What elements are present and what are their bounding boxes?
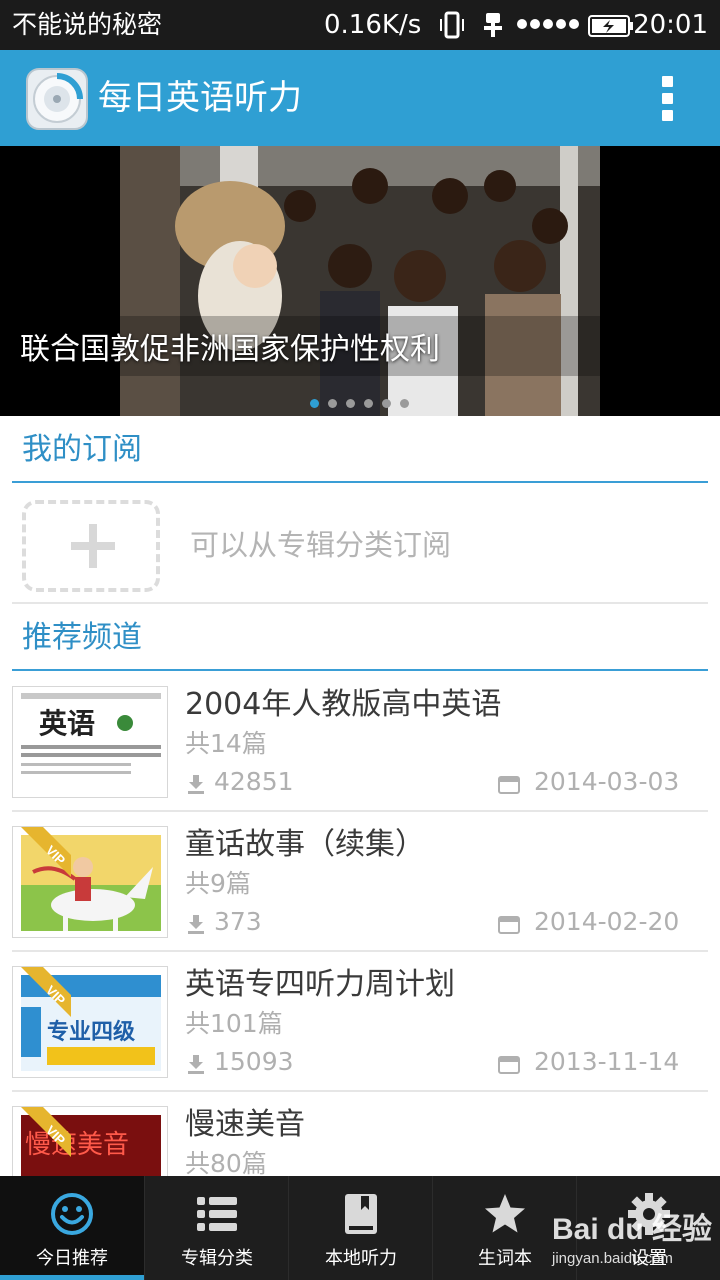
vip-badge: VIP xyxy=(21,967,71,1017)
status-bar: 不能说的秘密 0.16K/s 20:01 xyxy=(0,0,720,50)
add-subscription-button[interactable] xyxy=(22,500,160,592)
download-icon xyxy=(188,775,204,794)
banner-caption: 联合国敦促非洲国家保护性权利 xyxy=(20,332,440,367)
overflow-menu-icon[interactable] xyxy=(656,76,680,122)
watermark-logo: Bai du 经验 xyxy=(552,1213,713,1246)
calendar-icon xyxy=(498,916,520,934)
app-logo-icon[interactable] xyxy=(26,68,88,130)
channel-title: 慢速美音 xyxy=(185,1107,305,1142)
calendar-icon xyxy=(498,1056,520,1074)
vip-badge: VIP xyxy=(21,1107,71,1157)
download-icon xyxy=(188,915,204,934)
baidu-watermark: Bai du 经验 jingyan.baidu.com xyxy=(552,1210,720,1280)
episode-count: 共14篇 xyxy=(185,729,267,758)
pager-dot[interactable] xyxy=(328,399,337,408)
thumb-text: 英语 xyxy=(39,707,95,740)
channel-item[interactable]: VIP 童话故事（续集） 共9篇 373 2014-02-20 xyxy=(0,826,720,966)
app-bar: 每日英语听力 xyxy=(0,50,720,146)
download-count: 373 xyxy=(214,907,262,936)
channel-thumbnail: 英语 xyxy=(12,686,168,798)
download-icon xyxy=(188,1055,204,1074)
channel-item[interactable]: 英语 2004年人教版高中英语 共14篇 42851 2014-03-03 xyxy=(0,686,720,826)
star-icon xyxy=(485,1194,525,1233)
episode-count: 共9篇 xyxy=(185,869,251,898)
list-icon xyxy=(197,1197,237,1231)
channel-item[interactable]: 慢速美音 VIP 慢速美音 共80篇 xyxy=(0,1106,720,1176)
book-icon xyxy=(345,1194,377,1234)
clock: 20:01 xyxy=(633,10,708,40)
channel-title: 2004年人教版高中英语 xyxy=(185,687,502,722)
subscriptions-title: 我的订阅 xyxy=(22,432,142,467)
nav-today-recommend[interactable]: 今日推荐 xyxy=(0,1176,144,1280)
nav-label: 今日推荐 xyxy=(36,1248,108,1269)
battery-charging-icon xyxy=(588,15,633,37)
channel-item[interactable]: 专业四级 VIP 英语专四听力周计划 共101篇 15093 2013-11-1… xyxy=(0,966,720,1106)
nav-label: 本地听力 xyxy=(325,1248,397,1269)
active-indicator xyxy=(0,1275,144,1280)
update-date: 2014-03-03 xyxy=(534,767,680,796)
watermark-url: jingyan.baidu.com xyxy=(552,1250,673,1267)
pager-dot[interactable] xyxy=(364,399,373,408)
episode-count: 共101篇 xyxy=(185,1009,283,1038)
signal-icon xyxy=(517,19,579,29)
channel-thumbnail: VIP xyxy=(12,826,168,938)
pager-dot[interactable] xyxy=(400,399,409,408)
network-speed: 0.16K/s xyxy=(324,10,422,40)
status-icons xyxy=(440,11,579,39)
channel-title: 童话故事（续集） xyxy=(185,827,425,862)
featured-banner[interactable]: 联合国敦促非洲国家保护性权利 xyxy=(0,146,720,416)
section-divider xyxy=(12,669,708,671)
pager-dot[interactable] xyxy=(382,399,391,408)
episode-count: 共80篇 xyxy=(185,1149,267,1176)
nav-local-listening[interactable]: 本地听力 xyxy=(288,1176,432,1280)
update-date: 2014-02-20 xyxy=(534,907,680,936)
subscription-empty-hint: 可以从专辑分类订阅 xyxy=(190,528,452,562)
carrier-name: 不能说的秘密 xyxy=(12,10,163,39)
banner-photo xyxy=(120,146,600,416)
channel-title: 英语专四听力周计划 xyxy=(185,967,455,1002)
nav-album-category[interactable]: 专辑分类 xyxy=(144,1176,288,1280)
divider xyxy=(12,602,708,604)
pager-dot[interactable] xyxy=(310,399,319,408)
nav-label: 专辑分类 xyxy=(181,1248,253,1269)
channel-thumbnail: 专业四级 VIP xyxy=(12,966,168,1078)
download-count: 15093 xyxy=(214,1047,294,1076)
usb-icon xyxy=(484,13,502,37)
vibrate-icon xyxy=(440,11,464,39)
update-date: 2013-11-14 xyxy=(534,1047,680,1076)
download-count: 42851 xyxy=(214,767,294,796)
smiley-icon xyxy=(51,1193,93,1235)
section-divider xyxy=(12,481,708,483)
app-title: 每日英语听力 xyxy=(98,78,302,118)
vip-badge: VIP xyxy=(21,827,71,877)
channel-thumbnail: 慢速美音 VIP xyxy=(12,1106,168,1176)
pager-dot[interactable] xyxy=(346,399,355,408)
recommended-title: 推荐频道 xyxy=(22,620,142,655)
calendar-icon xyxy=(498,776,520,794)
